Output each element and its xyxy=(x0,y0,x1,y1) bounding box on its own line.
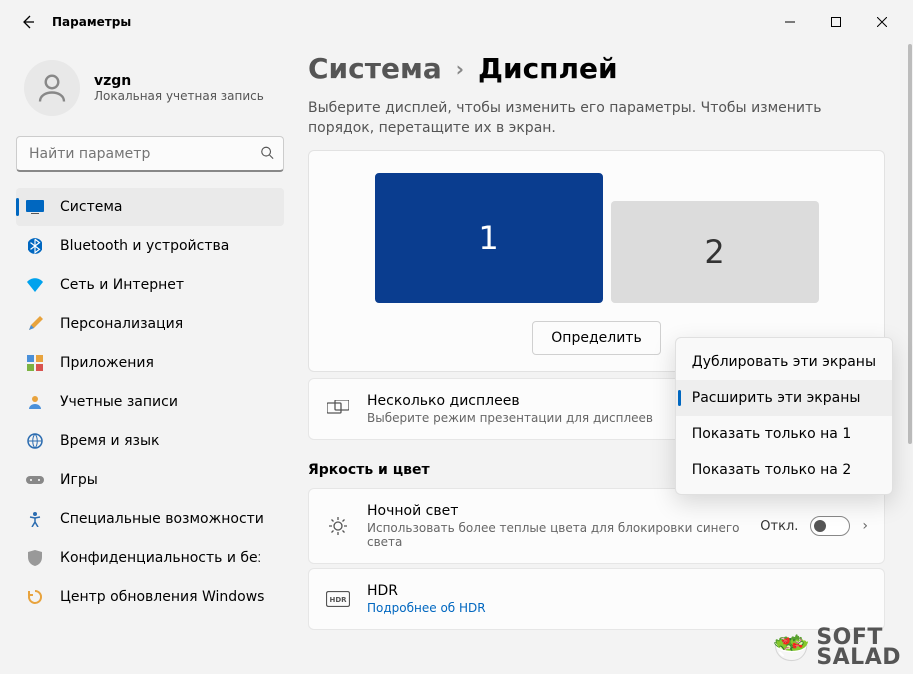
sidebar-item-accessibility[interactable]: Специальные возможности xyxy=(16,500,284,538)
svg-text:HDR: HDR xyxy=(329,596,347,604)
page-hint: Выберите дисплей, чтобы изменить его пар… xyxy=(308,99,885,138)
display-1[interactable]: 1 xyxy=(375,173,603,303)
watermark: 🥗 SOFT SALAD xyxy=(772,628,901,668)
sidebar-item-accounts[interactable]: Учетные записи xyxy=(16,383,284,421)
breadcrumb: Система › Дисплей xyxy=(308,52,885,85)
update-icon xyxy=(26,588,44,606)
search-icon xyxy=(260,145,274,164)
night-light-row[interactable]: Ночной свет Использовать более теплые цв… xyxy=(308,488,885,564)
apps-icon xyxy=(26,354,44,372)
chevron-right-icon: › xyxy=(456,57,464,81)
maximize-button[interactable] xyxy=(813,6,859,38)
sidebar-item-label: Учетные записи xyxy=(60,394,178,410)
system-icon xyxy=(26,198,44,216)
toggle-status: Откл. xyxy=(760,519,798,534)
sidebar-item-label: Персонализация xyxy=(60,316,183,332)
sidebar-item-label: Центр обновления Windows xyxy=(60,589,264,605)
sidebar-item-label: Система xyxy=(60,199,122,215)
shield-icon xyxy=(26,549,44,567)
search-input[interactable] xyxy=(16,136,284,172)
sidebar-item-system[interactable]: Система xyxy=(16,188,284,226)
multi-display-icon xyxy=(325,400,351,418)
row-title: HDR xyxy=(367,583,868,599)
sidebar-item-label: Игры xyxy=(60,472,98,488)
gamepad-icon xyxy=(26,471,44,489)
breadcrumb-parent[interactable]: Система xyxy=(308,52,442,85)
globe-icon xyxy=(26,432,44,450)
dropdown-item-extend[interactable]: Расширить эти экраны xyxy=(676,380,892,416)
breadcrumb-current: Дисплей xyxy=(478,52,618,85)
identify-button[interactable]: Определить xyxy=(532,321,660,355)
sidebar-item-label: Сеть и Интернет xyxy=(60,277,184,293)
sidebar-item-apps[interactable]: Приложения xyxy=(16,344,284,382)
accessibility-icon xyxy=(26,510,44,528)
display-2[interactable]: 2 xyxy=(611,201,819,303)
sidebar-item-time-language[interactable]: Время и язык xyxy=(16,422,284,460)
row-title: Ночной свет xyxy=(367,503,744,519)
row-subtitle: Использовать более теплые цвета для блок… xyxy=(367,521,744,549)
sidebar-item-label: Время и язык xyxy=(60,433,159,449)
watermark-icon: 🥗 xyxy=(772,631,810,666)
sidebar-item-bluetooth[interactable]: Bluetooth и устройства xyxy=(16,227,284,265)
maximize-icon xyxy=(831,17,841,27)
sidebar-item-label: Приложения xyxy=(60,355,154,371)
sidebar-item-network[interactable]: Сеть и Интернет xyxy=(16,266,284,304)
sidebar-item-label: Специальные возможности xyxy=(60,511,264,527)
dropdown-item-only-1[interactable]: Показать только на 1 xyxy=(676,416,892,452)
dropdown-item-only-2[interactable]: Показать только на 2 xyxy=(676,452,892,488)
scrollbar[interactable] xyxy=(905,44,913,674)
sidebar-item-label: Конфиденциальность и безопасность xyxy=(60,550,260,566)
scrollbar-thumb[interactable] xyxy=(908,44,912,444)
sidebar-item-privacy[interactable]: Конфиденциальность и безопасность xyxy=(16,539,284,577)
minimize-icon xyxy=(785,17,795,27)
row-subtitle-link[interactable]: Подробнее об HDR xyxy=(367,601,868,615)
user-subtitle: Локальная учетная запись xyxy=(94,89,264,103)
user-name: vzgn xyxy=(94,73,264,89)
bluetooth-icon xyxy=(26,237,44,255)
user-block[interactable]: vzgn Локальная учетная запись xyxy=(16,52,284,124)
person-icon xyxy=(34,70,70,106)
night-light-toggle[interactable] xyxy=(810,516,850,536)
sidebar-item-gaming[interactable]: Игры xyxy=(16,461,284,499)
dropdown-item-duplicate[interactable]: Дублировать эти экраны xyxy=(676,344,892,380)
close-button[interactable] xyxy=(859,6,905,38)
close-icon xyxy=(877,17,887,27)
chevron-right-icon[interactable]: › xyxy=(862,518,868,534)
hdr-icon: HDR xyxy=(325,591,351,607)
sidebar-item-update[interactable]: Центр обновления Windows xyxy=(16,578,284,616)
back-button[interactable] xyxy=(8,2,48,42)
sidebar-item-personalization[interactable]: Персонализация xyxy=(16,305,284,343)
display-mode-dropdown: Дублировать эти экраны Расширить эти экр… xyxy=(675,337,893,495)
hdr-row[interactable]: HDR HDR Подробнее об HDR xyxy=(308,568,885,630)
accounts-icon xyxy=(26,393,44,411)
network-icon xyxy=(26,276,44,294)
brush-icon xyxy=(26,315,44,333)
minimize-button[interactable] xyxy=(767,6,813,38)
window-title: Параметры xyxy=(52,15,131,29)
avatar xyxy=(24,60,80,116)
sidebar-item-label: Bluetooth и устройства xyxy=(60,238,229,254)
night-light-icon xyxy=(325,516,351,536)
back-arrow-icon xyxy=(20,14,36,30)
